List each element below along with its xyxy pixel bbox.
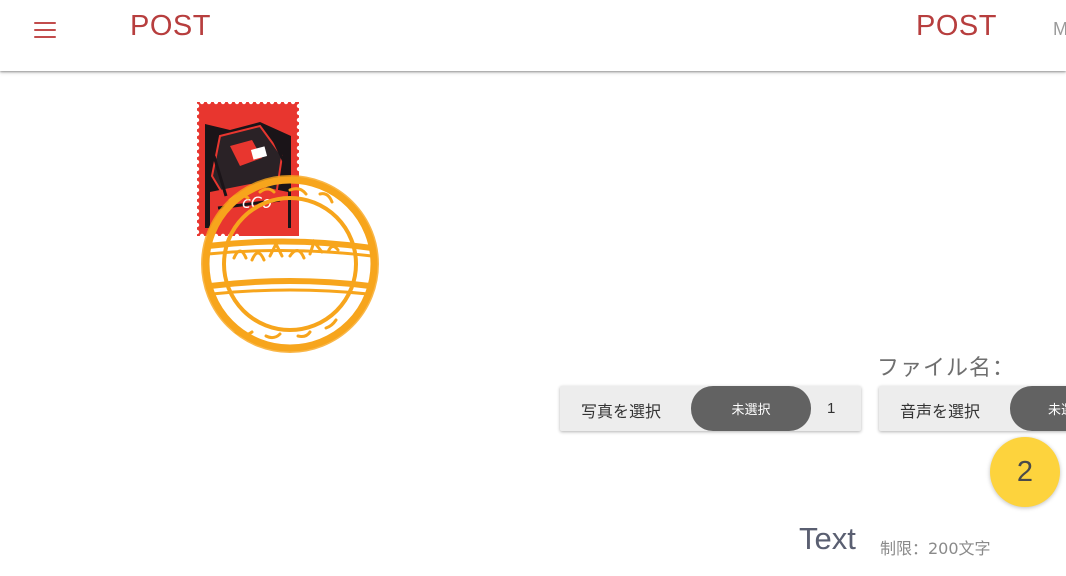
app-header: POST POST M xyxy=(0,0,1066,71)
text-section-title: Text xyxy=(799,521,856,556)
text-limit-note: 制限：200文字 xyxy=(880,539,991,558)
select-photo-button[interactable]: 写真を選択 xyxy=(581,398,661,422)
photo-count: 1 xyxy=(827,400,836,417)
select-audio-button[interactable]: 音声を選択 xyxy=(900,398,980,422)
photo-selection-status: 未選択 xyxy=(691,386,811,431)
nav-link-next[interactable]: M xyxy=(1053,19,1066,40)
menu-bar xyxy=(34,28,56,32)
photo-select-card: 写真を選択 未選択 1 xyxy=(560,386,861,431)
audio-selection-status: 未選択 xyxy=(1010,386,1066,431)
file-name-label: ファイル名： xyxy=(877,356,1016,381)
audio-select-card: 音声を選択 未選択 xyxy=(879,386,1066,431)
nav-link-post[interactable]: POST xyxy=(916,10,997,43)
stamp-with-postmark: cCo xyxy=(194,99,379,353)
brand-title[interactable]: POST xyxy=(130,10,211,43)
menu-bar xyxy=(34,21,56,25)
step-number-button[interactable]: 2 xyxy=(990,437,1060,507)
menu-bar xyxy=(34,35,56,39)
hamburger-menu-icon[interactable] xyxy=(28,14,62,46)
postage-stamp-image: cCo xyxy=(194,99,302,239)
